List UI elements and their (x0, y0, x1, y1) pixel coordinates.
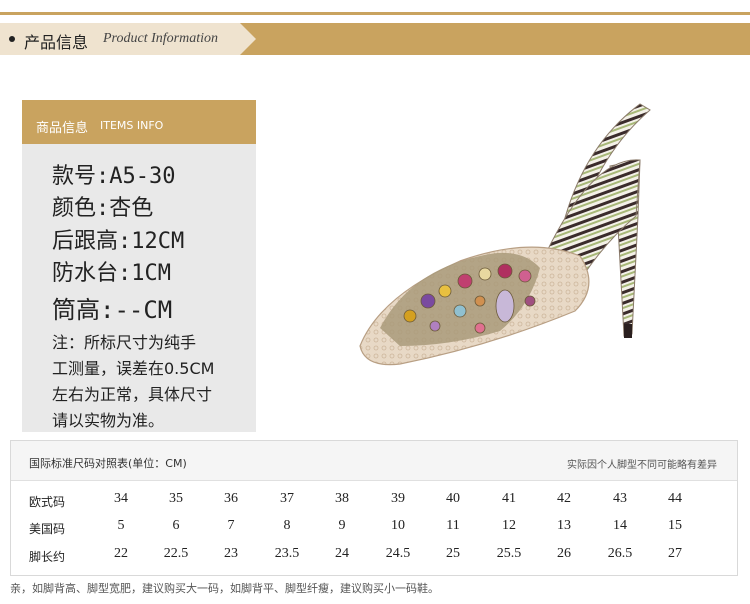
top-rule (0, 12, 750, 15)
spec-model: 款号:A5-30 (52, 164, 176, 189)
header-tab: 产品信息 Product Information (0, 23, 256, 55)
items-info-title-cn: 商品信息 (36, 121, 89, 136)
table-cell: 42 (557, 491, 571, 506)
table-cell: 26.5 (607, 546, 633, 561)
note-line: 注：所标尺寸为纯手 (52, 333, 197, 352)
note-line: 请以实物为准。 (52, 411, 165, 430)
table-row: 欧式码 34 35 36 37 38 39 40 41 42 43 44 (11, 487, 737, 517)
row-label-foot-length: 脚长约 (29, 550, 66, 564)
table-cell: 39 (391, 491, 405, 506)
table-cell: 25 (446, 546, 460, 561)
table-cell: 23.5 (274, 546, 300, 561)
table-cell: 23 (224, 546, 238, 561)
table-cell: 15 (668, 518, 682, 533)
table-row: 脚长约 22 22.5 23 23.5 24 24.5 25 25.5 26 2… (11, 542, 737, 572)
table-cell: 12 (502, 518, 516, 533)
size-chart-note: 实际因个人脚型不同可能略有差异 (567, 460, 717, 471)
table-cell: 13 (557, 518, 571, 533)
table-cell: 22.5 (163, 546, 189, 561)
table-cell: 5 (117, 518, 125, 533)
table-cell: 36 (224, 491, 238, 506)
table-cell: 44 (668, 491, 682, 506)
sizing-advice: 亲，如脚背高、脚型宽肥，建议购买大一码，如脚背平、脚型纤瘦，建议购买小一码鞋。 (10, 582, 439, 595)
note-line: 工测量，误差在0.5CM (52, 359, 215, 378)
spec-color: 颜色:杏色 (52, 196, 154, 221)
table-cell: 14 (613, 518, 627, 533)
size-chart-header: 国际标准尺码对照表(单位：CM) 实际因个人脚型不同可能略有差异 (11, 441, 737, 481)
spec-shaft-height: 筒高:--CM (52, 296, 173, 324)
table-cell: 25.5 (496, 546, 522, 561)
header-title-en: Product Information (103, 31, 218, 46)
table-cell: 43 (613, 491, 627, 506)
table-cell: 37 (280, 491, 294, 506)
measurement-note: 注：所标尺寸为纯手 工测量，误差在0.5CM 左右为正常，具体尺寸 请以实物为准… (52, 330, 252, 434)
table-row: 美国码 5 6 7 8 9 10 11 12 13 14 15 (11, 514, 737, 544)
table-cell: 24.5 (385, 546, 411, 561)
header-title-cn: 产品信息 (24, 33, 89, 52)
table-cell: 26 (557, 546, 571, 561)
table-cell: 11 (446, 518, 460, 533)
items-info-panel: 商品信息 ITEMS INFO 款号:A5-30 颜色:杏色 后跟高:12CM … (22, 100, 256, 432)
table-cell: 7 (227, 518, 235, 533)
table-cell: 22 (114, 546, 128, 561)
row-label-us: 美国码 (29, 522, 66, 536)
table-cell: 10 (391, 518, 405, 533)
spec-heel-height: 后跟高:12CM (52, 229, 185, 254)
table-cell: 35 (169, 491, 183, 506)
section-header: 产品信息 Product Information (0, 23, 750, 55)
row-label-eu: 欧式码 (29, 495, 66, 509)
items-info-title-en: ITEMS INFO (100, 119, 164, 132)
table-cell: 24 (335, 546, 349, 561)
table-cell: 41 (502, 491, 516, 506)
spec-platform: 防水台:1CM (52, 261, 171, 286)
note-line: 左右为正常，具体尺寸 (52, 385, 213, 404)
table-cell: 38 (335, 491, 349, 506)
table-cell: 27 (668, 546, 682, 561)
table-cell: 34 (114, 491, 128, 506)
product-shoe-image (359, 103, 651, 366)
table-cell: 9 (338, 518, 346, 533)
size-chart-title: 国际标准尺码对照表(单位：CM) (29, 457, 187, 470)
table-cell: 6 (172, 518, 180, 533)
table-cell: 8 (283, 518, 291, 533)
items-info-header: 商品信息 ITEMS INFO (22, 100, 256, 144)
bullet-icon (9, 36, 15, 42)
table-cell: 40 (446, 491, 460, 506)
size-chart: 国际标准尺码对照表(单位：CM) 实际因个人脚型不同可能略有差异 欧式码 34 … (10, 440, 738, 576)
